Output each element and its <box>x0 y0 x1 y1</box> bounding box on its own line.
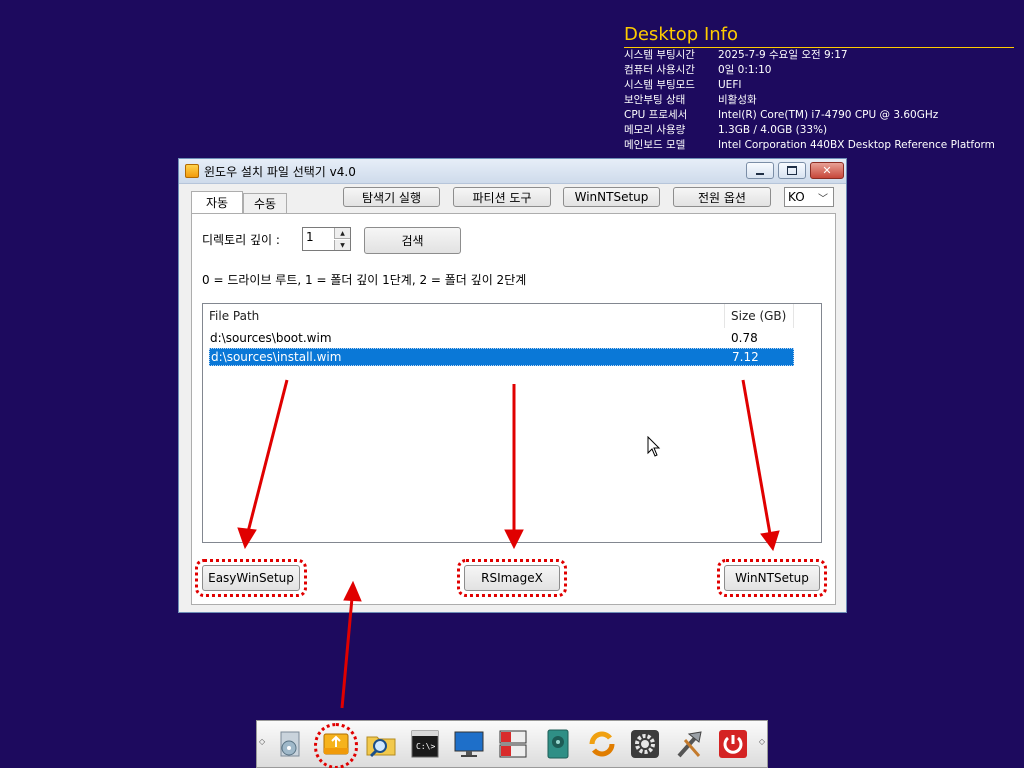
usb-installer-icon[interactable] <box>320 728 352 760</box>
power-options-button[interactable]: 전원 옵션 <box>673 187 771 207</box>
svg-text:C:\>: C:\> <box>416 742 435 751</box>
close-icon: ✕ <box>822 164 832 177</box>
arrow-from-dock-icon <box>340 597 354 709</box>
info-key: 컴퓨터 사용시간 <box>624 64 695 76</box>
dock-scroll-left-icon[interactable]: ◇ <box>259 737 265 746</box>
title-bar[interactable]: 윈도우 설치 파일 선택기 v4.0 ✕ <box>179 159 846 184</box>
chevron-down-icon: ﹀ <box>818 194 828 205</box>
info-key: 시스템 부팅모드 <box>624 79 695 91</box>
column-header-size[interactable]: Size (GB) <box>725 304 794 328</box>
directory-depth-stepper[interactable]: 1 ▲ ▼ <box>302 227 351 251</box>
sync-icon[interactable] <box>586 728 618 760</box>
dock-scroll-right-icon[interactable]: ◇ <box>759 737 765 746</box>
monitor-icon[interactable] <box>453 728 485 760</box>
info-key: 시스템 부팅시간 <box>624 49 695 61</box>
mouse-cursor-icon <box>647 436 661 457</box>
media-icon[interactable] <box>275 728 307 760</box>
tab-auto[interactable]: 자동 <box>191 191 243 213</box>
tools-icon[interactable] <box>673 728 705 760</box>
directory-depth-label: 디렉토리 깊이 : <box>202 233 280 247</box>
info-row-boot-mode: 시스템 부팅모드 UEFI <box>624 78 1014 93</box>
depth-hint-text: 0 = 드라이브 루트, 1 = 폴더 깊이 1단계, 2 = 폴더 깊이 2단… <box>202 273 527 287</box>
info-key: CPU 프로세서 <box>624 109 688 121</box>
window-title: 윈도우 설치 파일 선택기 v4.0 <box>204 164 356 179</box>
maximize-button[interactable] <box>778 162 806 179</box>
minimize-icon <box>756 172 764 175</box>
info-value: 0일 0:1:10 <box>718 64 772 76</box>
language-select[interactable]: KO ﹀ <box>784 187 834 207</box>
info-row-boot-time: 시스템 부팅시간 2025-7-9 수요일 오전 9:17 <box>624 48 1014 63</box>
explorer-button[interactable]: 탐색기 실행 <box>343 187 440 207</box>
stepper-down-icon[interactable]: ▼ <box>334 240 350 250</box>
depth-value: 1 <box>306 230 314 244</box>
info-value: Intel(R) Core(TM) i7-4790 CPU @ 3.60GHz <box>718 109 939 121</box>
info-row-secure-boot: 보안부팅 상태 비활성화 <box>624 93 1014 108</box>
desktop: Desktop Info 시스템 부팅시간 2025-7-9 수요일 오전 9:1… <box>0 0 1024 768</box>
column-header-file-path[interactable]: File Path <box>203 304 725 328</box>
info-row-memory: 메모리 사용량 1.3GB / 4.0GB (33%) <box>624 123 1014 138</box>
desktop-info-title: Desktop Info <box>624 24 1014 48</box>
info-key: 메인보드 모델 <box>624 139 686 151</box>
info-value: 비활성화 <box>718 94 757 106</box>
tab-manual[interactable]: 수동 <box>243 193 287 213</box>
info-value: 2025-7-9 수요일 오전 9:17 <box>718 49 848 61</box>
desktop-info-panel: Desktop Info 시스템 부팅시간 2025-7-9 수요일 오전 9:1… <box>624 24 1014 153</box>
winntsetup-toolbar-button[interactable]: WinNTSetup <box>563 187 660 207</box>
info-value: 1.3GB / 4.0GB (33%) <box>718 124 828 136</box>
info-row-mainboard: 메인보드 모델 Intel Corporation 440BX Desktop R… <box>624 138 1014 153</box>
settings-gear-icon[interactable] <box>629 728 661 760</box>
installer-selector-window: 윈도우 설치 파일 선택기 v4.0 ✕ 자동 수동 탐색기 실행 파티션 도구… <box>178 158 847 613</box>
info-value: UEFI <box>718 79 742 91</box>
app-icon <box>185 164 199 178</box>
stepper-up-icon[interactable]: ▲ <box>334 228 350 239</box>
storage-panel-icon[interactable] <box>497 728 529 760</box>
rsimagex-button[interactable]: RSImageX <box>464 565 560 591</box>
info-row-uptime: 컴퓨터 사용시간 0일 0:1:10 <box>624 63 1014 78</box>
list-item-selected[interactable]: d:\sources\install.wim 7.12 <box>209 348 794 366</box>
close-button[interactable]: ✕ <box>810 162 844 179</box>
info-key: 메모리 사용량 <box>624 124 686 136</box>
partition-tool-button[interactable]: 파티션 도구 <box>453 187 551 207</box>
info-row-cpu: CPU 프로세서 Intel(R) Core(TM) i7-4790 CPU @ … <box>624 108 1014 123</box>
winntsetup-button[interactable]: WinNTSetup <box>724 565 820 591</box>
file-path-cell: d:\sources\boot.wim <box>210 331 332 345</box>
list-item[interactable]: d:\sources\boot.wim 0.78 <box>209 329 794 347</box>
disk-icon[interactable] <box>542 728 574 760</box>
command-prompt-icon[interactable]: C:\> <box>409 728 441 760</box>
file-path-cell: d:\sources\install.wim <box>211 350 342 364</box>
search-button[interactable]: 검색 <box>364 227 461 254</box>
maximize-icon <box>787 166 797 175</box>
file-list[interactable]: File Path Size (GB) d:\sources\boot.wim … <box>202 303 822 543</box>
taskbar-dock: ◇ ◇ C:\> <box>256 720 768 768</box>
language-value: KO <box>788 190 805 204</box>
file-size-cell: 0.78 <box>731 331 758 345</box>
info-key: 보안부팅 상태 <box>624 94 686 106</box>
info-value: Intel Corporation 440BX Desktop Referenc… <box>718 139 995 151</box>
auto-tab-panel: 디렉토리 깊이 : 1 ▲ ▼ 검색 0 = 드라이브 루트, 1 = 폴더 깊… <box>191 213 836 605</box>
power-icon[interactable] <box>717 728 749 760</box>
easywinsetup-button[interactable]: EasyWinSetup <box>202 565 300 591</box>
folder-search-icon[interactable] <box>365 728 397 760</box>
minimize-button[interactable] <box>746 162 774 179</box>
file-size-cell: 7.12 <box>732 350 759 364</box>
